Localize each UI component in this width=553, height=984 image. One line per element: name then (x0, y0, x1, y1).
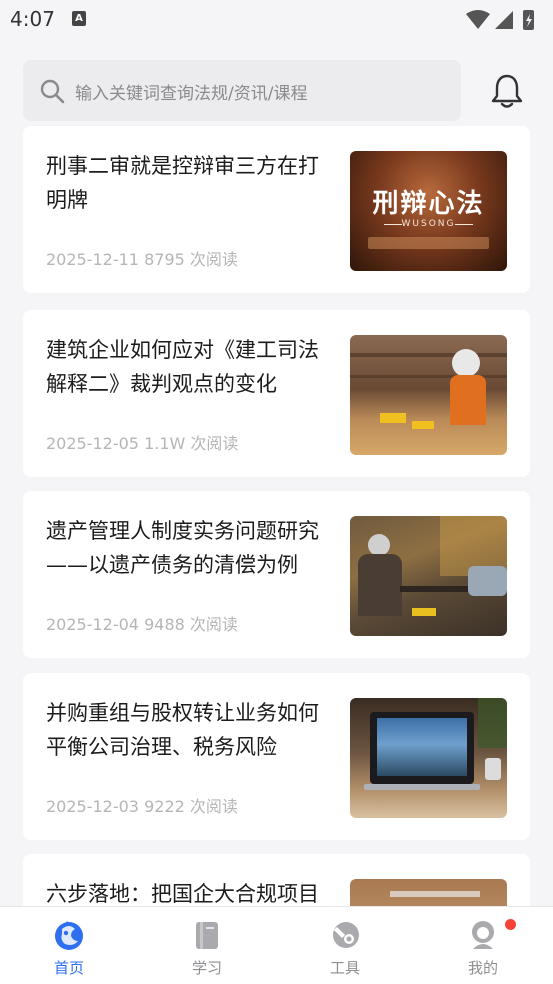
article-thumbnail (350, 698, 507, 818)
notification-a-icon: A (72, 11, 86, 26)
tab-tools[interactable]: 工具 (276, 907, 414, 984)
article-views: 8795 次阅读 (144, 250, 238, 269)
article-date: 2025-12-04 (46, 615, 139, 634)
article-title: 并购重组与股权转让业务如何平衡公司治理、税务风险 (46, 701, 319, 759)
article-card[interactable]: 并购重组与股权转让业务如何平衡公司治理、税务风险 2025-12-03 9222… (23, 673, 530, 840)
article-card[interactable]: 建筑企业如何应对《建工司法解释二》裁判观点的变化 2025-12-05 1.1W… (23, 310, 530, 477)
tab-label: 我的 (467, 959, 498, 977)
tab-label: 首页 (53, 959, 84, 977)
article-date: 2025-12-03 (46, 797, 139, 816)
search-icon (40, 79, 65, 104)
article-meta: 2025-12-03 9222 次阅读 (46, 793, 238, 817)
article-thumbnail (350, 335, 507, 455)
article-thumbnail (350, 516, 507, 636)
tab-label: 学习 (191, 959, 222, 977)
book-icon (196, 922, 218, 949)
home-icon (55, 921, 83, 950)
article-card[interactable]: 六步落地：把国企大合规项目 (23, 854, 530, 906)
article-title: 遗产管理人制度实务问题研究——以遗产债务的清偿为例 (46, 519, 319, 577)
article-card[interactable]: 刑事二审就是控辩审三方在打明牌 2025-12-11 8795 次阅读 刑辩心法… (23, 126, 530, 293)
wrench-icon (333, 922, 359, 948)
search-input[interactable]: 输入关键词查询法规/资讯/课程 (23, 60, 461, 121)
article-views: 9222 次阅读 (144, 797, 238, 816)
bell-icon[interactable] (490, 73, 524, 109)
article-card[interactable]: 遗产管理人制度实务问题研究——以遗产债务的清偿为例 2025-12-04 948… (23, 491, 530, 658)
article-feed[interactable]: 刑事二审就是控辩审三方在打明牌 2025-12-11 8795 次阅读 刑辩心法… (23, 126, 530, 906)
bottom-tab-bar: 首页 学习 工具 我的 (0, 906, 553, 984)
thumbnail-title: 刑辩心法 (372, 189, 485, 219)
article-meta: 2025-12-04 9488 次阅读 (46, 611, 238, 635)
article-title: 刑事二审就是控辩审三方在打明牌 (46, 154, 319, 212)
tab-mine[interactable]: 我的 (414, 907, 552, 984)
tab-home[interactable]: 首页 (0, 907, 138, 984)
article-thumbnail: 刑辩心法 WUSONG (350, 151, 507, 271)
cell-signal-icon (495, 11, 513, 29)
profile-icon (472, 921, 494, 949)
search-header: 输入关键词查询法规/资讯/课程 (0, 40, 553, 130)
article-title: 六步落地：把国企大合规项目 (46, 882, 319, 906)
article-meta: 2025-12-05 1.1W 次阅读 (46, 430, 238, 454)
notification-badge (505, 919, 516, 930)
article-views: 9488 次阅读 (144, 615, 238, 634)
thumbnail-subtitle: WUSONG (401, 219, 456, 229)
status-icons (466, 10, 534, 30)
article-thumbnail (350, 879, 507, 906)
article-date: 2025-12-05 (46, 434, 139, 453)
tab-study[interactable]: 学习 (138, 907, 276, 984)
status-bar: 4:07 A (0, 0, 553, 40)
article-date: 2025-12-11 (46, 250, 139, 269)
tab-label: 工具 (329, 959, 360, 977)
wifi-icon (466, 10, 490, 29)
search-placeholder: 输入关键词查询法规/资讯/课程 (75, 84, 308, 104)
article-meta: 2025-12-11 8795 次阅读 (46, 246, 238, 270)
article-title: 建筑企业如何应对《建工司法解释二》裁判观点的变化 (46, 338, 319, 396)
article-views: 1.1W 次阅读 (144, 434, 239, 453)
status-time: 4:07 (10, 7, 55, 31)
